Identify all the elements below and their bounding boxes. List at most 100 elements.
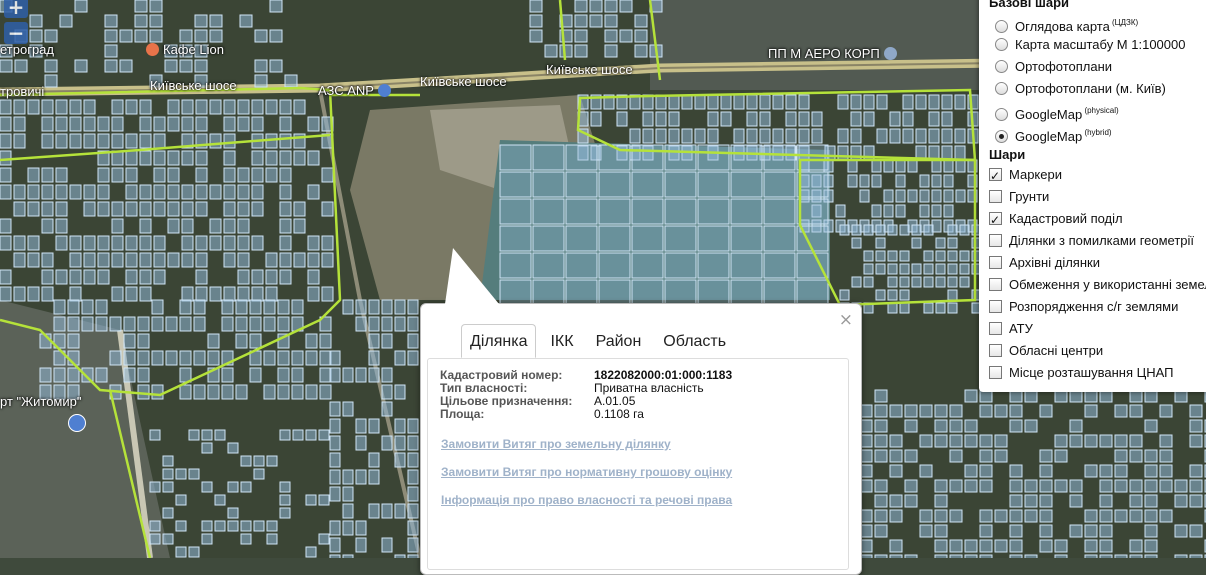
cadastral-parcel [111,99,124,115]
cadastral-field-parcel [664,144,697,171]
base-layer-option[interactable]: GoogleMap (physical) [979,100,1206,122]
base-layer-radio[interactable] [995,108,1008,121]
cadastral-parcel [1189,524,1203,538]
overlay-layer-checkbox[interactable] [989,190,1002,203]
overlay-layer-option[interactable]: Обмеження у використанні земель [979,274,1206,296]
popup-link[interactable]: Замовити Витяг про земельну ділянку [441,437,671,451]
cadastral-parcel [0,99,12,115]
cadastral-parcel [149,481,161,493]
base-layer-radio[interactable] [995,60,1008,73]
cadastral-parcel [1069,524,1083,538]
base-layer-option[interactable]: GoogleMap (hybrid) [979,122,1206,144]
overlay-layer-option[interactable]: Місце розташування ЦНАП [979,362,1206,384]
cadastral-parcel [887,250,898,262]
overlay-layer-checkbox[interactable] [989,234,1002,247]
cadastral-parcel [27,235,40,251]
overlay-layer-option[interactable]: Ділянки з помилками геометрії [979,230,1206,252]
cadastral-parcel [237,252,250,268]
overlay-layer-checkbox[interactable] [989,322,1002,335]
cadastral-parcel [875,263,886,275]
close-icon[interactable]: × [839,310,853,330]
cadastral-parcel [193,350,206,366]
overlay-layer-checkbox[interactable] [989,366,1002,379]
cadastral-parcel [1084,509,1098,523]
overlay-layer-checkbox[interactable] [989,256,1002,269]
cadastral-parcel [407,503,419,519]
cadastral-parcel [904,479,918,493]
cadastral-field-parcel [565,279,598,306]
base-layer-option[interactable]: Карта масштабу М 1:100000 [979,34,1206,56]
overlay-layer-checkbox[interactable] [989,278,1002,291]
tab-1[interactable]: ІКК [542,325,581,357]
cadastral-parcel [251,150,264,166]
base-layer-radio[interactable] [995,130,1008,143]
cadastral-parcel [904,449,918,463]
cadastral-parcel [249,316,262,332]
cadastral-parcel [1084,404,1098,418]
cadastral-parcel [55,133,68,149]
cadastral-parcel [887,224,898,236]
popup-link[interactable]: Замовити Витяг про нормативну грошову оц… [441,465,732,479]
cadastral-field-parcel [796,144,829,171]
cadastral-parcel [194,59,208,73]
base-layer-radio[interactable] [995,20,1008,33]
cadastral-parcel [1129,404,1143,418]
cadastral-parcel [839,224,850,236]
cadastral-parcel [41,184,54,200]
cadastral-parcel [604,44,618,58]
cadastral-parcel [137,384,150,400]
base-layer-radio[interactable] [995,38,1008,51]
cadastral-parcel [125,252,138,268]
overlay-layer-option[interactable]: Маркери [979,164,1206,187]
cadastral-parcel [407,452,419,468]
overlay-layer-checkbox[interactable] [989,165,1002,187]
overlay-layer-option[interactable]: АТУ [979,318,1206,340]
zoom-in-button[interactable]: + [4,0,28,18]
cadastral-parcel [899,224,910,236]
cadastral-parcel [265,150,278,166]
cadastral-parcel [69,116,82,132]
tab-0[interactable]: Ділянка [461,324,537,358]
cadastral-parcel [837,145,849,161]
cadastral-parcel [227,442,239,454]
cadastral-parcel [201,429,213,441]
cadastral-parcel [305,429,317,441]
overlay-layer-option[interactable]: Обласні центри [979,340,1206,362]
tab-3[interactable]: Область [655,325,734,357]
cadastral-parcel [746,128,758,144]
airport-marker-icon[interactable] [68,414,86,432]
base-layer-radio[interactable] [995,82,1008,95]
cadastral-parcel [175,520,187,532]
cadastral-parcel [44,74,58,88]
cadastral-parcel [125,269,138,285]
overlay-layer-checkbox[interactable] [989,344,1002,357]
cadastral-parcel [1174,479,1188,493]
popup-link[interactable]: Інформація про право власності та речові… [441,493,732,507]
overlay-layer-option[interactable]: Розпорядження с/г землями [979,296,1206,318]
cadastral-field-parcel [697,198,730,225]
overlay-layer-option[interactable]: Грунти [979,186,1206,208]
overlay-layer-option[interactable]: Кадастровий поділ [979,208,1206,231]
cadastral-parcel [201,520,213,532]
cadastral-parcel [167,201,180,217]
cadastral-field-parcel [763,225,796,252]
cadastral-parcel [318,533,330,545]
cadastral-parcel [293,99,306,115]
overlay-layer-checkbox[interactable] [989,209,1002,231]
cadastral-parcel [931,174,942,188]
cadastral-parcel [279,133,292,149]
cadastral-parcel [318,494,330,506]
cadastral-field-parcel [730,144,763,171]
zoom-out-button[interactable]: − [4,22,28,44]
overlay-layer-option[interactable]: Архівні ділянки [979,252,1206,274]
tab-2[interactable]: Район [588,325,650,357]
cadastral-parcel [253,520,265,532]
base-layer-option[interactable]: Ортофотоплани [979,56,1206,78]
cadastral-parcel [207,350,220,366]
base-layer-option[interactable]: Ортофотоплани (м. Київ) [979,78,1206,100]
overlay-layer-checkbox[interactable] [989,300,1002,313]
base-layer-option[interactable]: Оглядова карта (ЦДЗК) [979,12,1206,34]
cadastral-parcel [27,184,40,200]
cadastral-parcel [181,150,194,166]
cadastral-parcel [235,299,248,315]
